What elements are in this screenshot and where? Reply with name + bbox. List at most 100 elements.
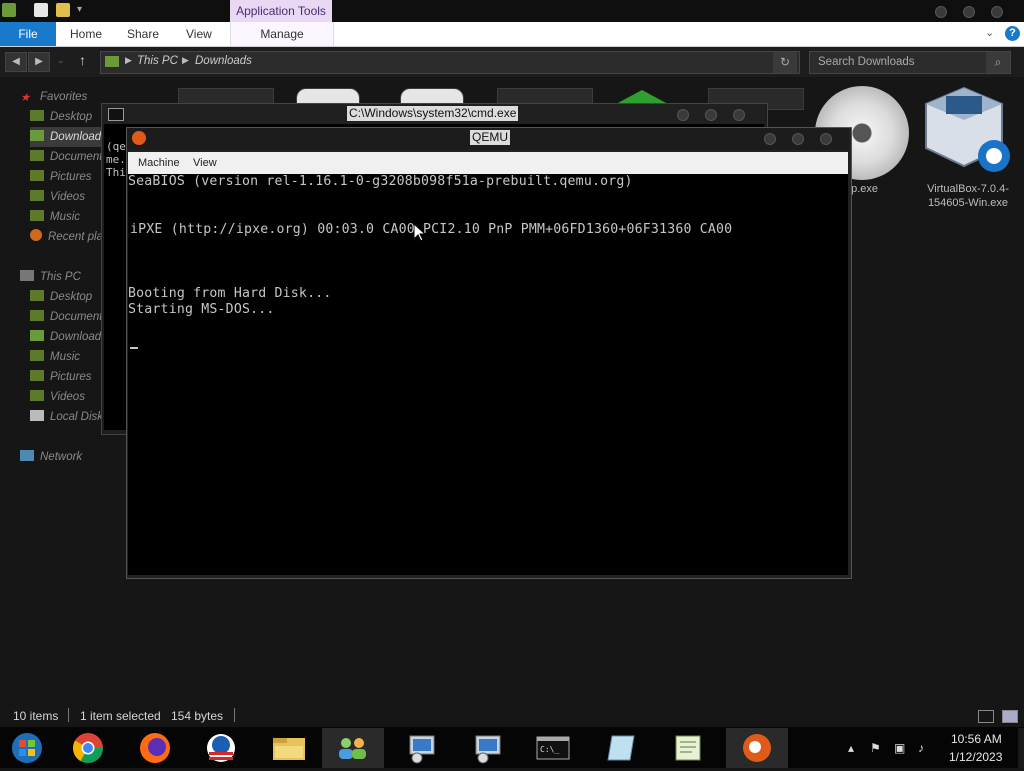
qemu-window-title: QEMU: [470, 130, 510, 145]
clock-date[interactable]: 1/12/2023: [949, 750, 1002, 764]
svg-text:C:\_: C:\_: [540, 745, 559, 754]
recent-locations-icon[interactable]: ⌄: [57, 55, 65, 66]
new-folder-icon[interactable]: [56, 3, 70, 17]
videos-folder-icon: [30, 190, 44, 201]
downloads-folder-icon: [30, 130, 44, 141]
firefox-icon[interactable]: [128, 728, 190, 768]
computer-icon: [20, 270, 34, 281]
network-setup-icon[interactable]: [458, 728, 520, 768]
virtualbox-installer-icon[interactable]: [924, 86, 1010, 172]
recent-places-icon: [30, 229, 42, 241]
search-icon[interactable]: ⌕: [986, 52, 1010, 73]
breadcrumb-separator-icon: ▶: [182, 55, 189, 65]
up-arrow-icon[interactable]: ↑: [79, 52, 86, 68]
notepad-icon[interactable]: [592, 728, 654, 768]
back-button[interactable]: ◀: [5, 52, 27, 72]
status-divider: [234, 708, 235, 722]
cmd-line: (qe: [106, 140, 126, 153]
show-desktop-button[interactable]: [1018, 728, 1024, 768]
folder-icon: [105, 56, 119, 67]
status-selected: 1 item selected: [80, 709, 161, 723]
network-status-icon[interactable]: ▣: [894, 741, 905, 755]
breadcrumb-separator-icon: ▶: [125, 55, 132, 65]
videos-folder-icon: [30, 390, 44, 401]
cmd-line: me.: [106, 153, 126, 166]
large-icons-view-icon[interactable]: [1002, 710, 1018, 723]
cmd-close-button[interactable]: [733, 109, 745, 121]
qemu-maximize-button[interactable]: [792, 133, 804, 145]
properties-icon[interactable]: [34, 3, 48, 17]
desktop-icon-label: VirtualBox-7.0.4- 154605-Win.exe: [927, 183, 1009, 209]
cmd-line: Thi: [106, 166, 126, 179]
boot-line-ipxe: iPXE (http://ipxe.org) 00:03.0 CA00 PCI2…: [130, 222, 733, 237]
breadcrumb-this-pc[interactable]: This PC: [137, 55, 178, 67]
cmd-maximize-button[interactable]: [705, 109, 717, 121]
close-button[interactable]: [991, 6, 1003, 18]
status-divider: [68, 708, 69, 722]
editor-icon[interactable]: [658, 728, 720, 768]
tab-home[interactable]: Home: [70, 22, 102, 46]
network-install-icon[interactable]: [392, 728, 454, 768]
file-tab[interactable]: File: [0, 22, 56, 46]
qemu-icon[interactable]: [726, 728, 788, 768]
music-folder-icon: [30, 350, 44, 361]
qemu-menu-bar: [128, 152, 848, 174]
chrome-icon[interactable]: [62, 728, 124, 768]
tab-manage[interactable]: Manage: [230, 22, 334, 46]
details-view-icon[interactable]: [978, 710, 994, 723]
desktop-icon: [30, 110, 44, 121]
music-folder-icon: [30, 210, 44, 221]
minimize-button[interactable]: [935, 6, 947, 18]
cmd-window-title: C:\Windows\system32\cmd.exe: [347, 106, 519, 121]
breadcrumb-downloads[interactable]: Downloads: [195, 55, 252, 67]
application-tools-tab: Application Tools: [230, 0, 332, 22]
search-input[interactable]: Search Downloads ⌕: [809, 51, 1011, 74]
desktop-icon: [30, 290, 44, 301]
obama-logo-icon[interactable]: [192, 728, 254, 768]
clock-time[interactable]: 10:56 AM: [951, 732, 1002, 746]
menu-view[interactable]: View: [193, 152, 217, 174]
mouse-pointer-icon: [413, 222, 427, 245]
boot-line-msdos: Starting MS-DOS...: [128, 302, 275, 317]
refresh-icon[interactable]: ↻: [773, 52, 797, 73]
boot-line-booting: Booting from Hard Disk...: [128, 286, 332, 301]
volume-icon[interactable]: ♪: [918, 741, 924, 755]
cmd-icon[interactable]: C:\_: [522, 728, 584, 768]
text-cursor: [130, 347, 138, 349]
search-placeholder: Search Downloads: [818, 56, 915, 68]
sidebar-this-pc-header[interactable]: This PC: [20, 267, 104, 287]
help-icon[interactable]: ?: [1005, 26, 1020, 41]
flag-icon[interactable]: ⚑: [870, 741, 881, 755]
tab-view[interactable]: View: [186, 22, 212, 46]
show-hidden-icons-icon[interactable]: ▴: [848, 741, 854, 755]
status-item-count: 10 items: [13, 709, 59, 723]
file-explorer-icon[interactable]: [258, 728, 320, 768]
cmd-minimize-button[interactable]: [677, 109, 689, 121]
tab-share[interactable]: Share: [127, 22, 159, 46]
documents-folder-icon: [30, 150, 44, 161]
file-item[interactable]: [616, 90, 668, 104]
maximize-button[interactable]: [963, 6, 975, 18]
forward-button[interactable]: ▶: [28, 52, 50, 72]
cmd-icon: [108, 108, 124, 121]
sidebar-favorites-header[interactable]: ★ Favorites: [20, 87, 104, 107]
ribbon-expand-icon[interactable]: ⌄: [985, 26, 994, 39]
boot-line-seabios: SeaBIOS (version rel-1.16.1-0-g3208b098f…: [128, 174, 633, 189]
pictures-folder-icon: [30, 170, 44, 181]
drive-icon: [30, 410, 44, 421]
people-icon[interactable]: [322, 728, 384, 768]
status-size: 154 bytes: [171, 709, 224, 723]
qemu-logo-icon: [132, 131, 146, 145]
start-orb-icon[interactable]: [0, 728, 62, 768]
qemu-minimize-button[interactable]: [764, 133, 776, 145]
menu-machine[interactable]: Machine: [138, 152, 180, 174]
folder-icon[interactable]: [2, 3, 16, 17]
downloads-folder-icon: [30, 330, 44, 341]
explorer-title-bar: [0, 0, 1024, 22]
documents-folder-icon: [30, 310, 44, 321]
qemu-close-button[interactable]: [820, 133, 832, 145]
sidebar-network[interactable]: Network: [20, 447, 104, 467]
address-bar[interactable]: ▶ This PC ▶ Downloads ↻: [100, 51, 800, 74]
pictures-folder-icon: [30, 370, 44, 381]
quick-access-dropdown-icon[interactable]: ▾: [77, 4, 82, 15]
